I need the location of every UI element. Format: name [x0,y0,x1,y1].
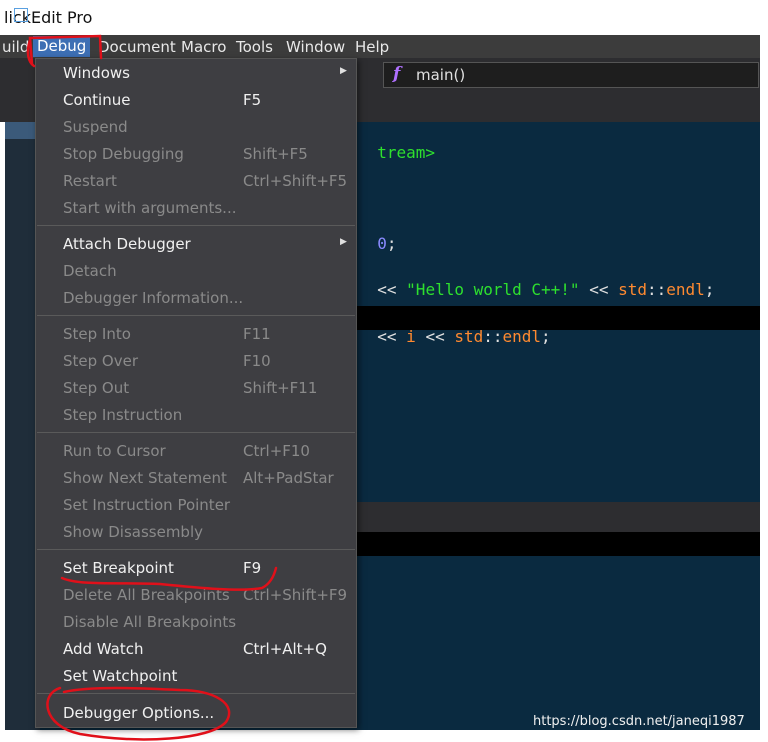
code-token: endl [502,327,542,346]
shortcut-show-next-statement: Alt+PadStar [243,469,334,487]
menu-separator [37,432,355,433]
toolbar-select-icon[interactable] [14,8,28,22]
shortcut-set-breakpoint: F9 [243,559,262,577]
code-line-cout-i: << i << std::endl; [358,308,551,346]
menu-debug[interactable]: Debug [33,36,91,57]
menu-item-step-over[interactable]: Step Over [63,352,138,370]
submenu-arrow-icon: ▶ [340,66,347,76]
function-icon: f [393,64,401,84]
menu-help[interactable]: Help [355,38,389,56]
menu-item-show-next-statement[interactable]: Show Next Statement [63,469,227,487]
menu-item-set-instruction-pointer[interactable]: Set Instruction Pointer [63,496,230,514]
watermark: https://blog.csdn.net/janeqi1987 [533,714,745,729]
code-token: std [454,327,484,346]
code-token: << [377,280,407,299]
menu-item-step-out[interactable]: Step Out [63,379,129,397]
code-token: i [406,327,416,346]
code-token: 0 [377,234,387,253]
menu-document[interactable]: Document [98,38,176,56]
code-token: tream> [377,143,436,162]
menu-item-continue[interactable]: Continue [63,91,130,109]
shortcut-continue: F5 [243,91,262,109]
menu-item-delete-all-breakpoints[interactable]: Delete All Breakpoints [63,586,230,604]
menu-separator [37,225,355,226]
code-token: << [377,327,407,346]
menu-item-start-with-arguments[interactable]: Start with arguments... [63,199,236,217]
menu-macro[interactable]: Macro [181,38,226,56]
shortcut-step-into: F11 [243,325,271,343]
menu-separator [37,315,355,316]
menu-separator [37,549,355,550]
code-string: "Hello world C++!" [406,280,580,299]
procedure-label: main() [416,66,466,84]
menu-item-add-watch[interactable]: Add Watch [63,640,144,658]
shortcut-stop-debugging: Shift+F5 [243,145,308,163]
shortcut-run-to-cursor: Ctrl+F10 [243,442,310,460]
code-token: :: [483,327,503,346]
menu-item-suspend[interactable]: Suspend [63,118,128,136]
code-token: std [618,280,647,299]
menu-item-debugger-options[interactable]: Debugger Options... [63,704,214,722]
title-bar [0,0,768,35]
code-token: :: [647,280,667,299]
code-line-cout-hello: << "Hello world C++!" << std::endl; [358,261,714,299]
code-line-include: tream> [358,124,435,162]
code-token: << [415,327,455,346]
menu-build[interactable]: uild [2,38,29,56]
code-token: ; [386,234,397,253]
menu-item-run-to-cursor[interactable]: Run to Cursor [63,442,166,460]
menu-item-attach-debugger[interactable]: Attach Debugger [63,235,191,253]
menu-separator [37,693,355,694]
menu-item-disable-all-breakpoints[interactable]: Disable All Breakpoints [63,613,236,631]
menu-item-show-disassembly[interactable]: Show Disassembly [63,523,203,541]
menu-item-debugger-information[interactable]: Debugger Information... [63,289,243,307]
menu-item-step-into[interactable]: Step Into [63,325,131,343]
menu-item-detach[interactable]: Detach [63,262,117,280]
shortcut-add-watch: Ctrl+Alt+Q [243,640,327,658]
code-line-decl: 0; [358,215,397,253]
menu-item-step-instruction[interactable]: Step Instruction [63,406,182,424]
code-token: ; [541,327,551,346]
code-token: ; [704,280,715,299]
shortcut-delete-all-breakpoints: Ctrl+Shift+F9 [243,586,348,604]
submenu-arrow-icon: ▶ [340,237,347,247]
code-token: << [579,280,619,299]
menu-item-set-watchpoint[interactable]: Set Watchpoint [63,667,177,685]
code-token: endl [666,280,705,299]
menu-item-windows[interactable]: Windows [63,64,130,82]
shortcut-step-out: Shift+F11 [243,379,318,397]
menu-item-stop-debugging[interactable]: Stop Debugging [63,145,184,163]
menu-item-restart[interactable]: Restart [63,172,117,190]
shortcut-step-over: F10 [243,352,271,370]
menu-bar: uild Debug Document Macro Tools Window H… [0,35,760,58]
menu-window[interactable]: Window [286,38,345,56]
menu-tools[interactable]: Tools [236,38,273,56]
shortcut-restart: Ctrl+Shift+F5 [243,172,348,190]
menu-item-set-breakpoint[interactable]: Set Breakpoint [63,559,174,577]
